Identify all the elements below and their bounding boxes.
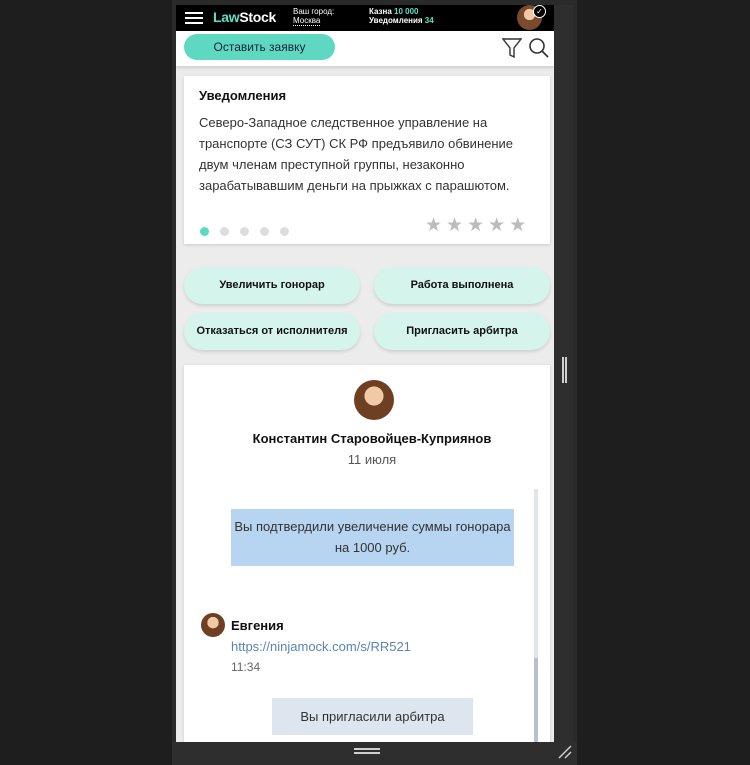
- notification-card: Уведомления Северо-Западное следственное…: [184, 76, 550, 244]
- header-stats: Казна 10 000 Уведомления 34: [369, 7, 434, 25]
- logo[interactable]: LawStock: [213, 9, 276, 25]
- logo-part-2: Stock: [239, 9, 276, 25]
- increase-fee-button[interactable]: Увеличить гонорар: [184, 267, 360, 304]
- menu-icon[interactable]: [185, 12, 203, 24]
- kazna-value: 10 000: [394, 7, 419, 16]
- carousel-dot-1[interactable]: [200, 227, 209, 236]
- contact-avatar[interactable]: [354, 380, 394, 420]
- system-message: Вы подтвердили увеличение суммы гонорара…: [231, 509, 514, 566]
- system-message: Вы пригласили арбитра: [272, 698, 473, 735]
- verified-check-icon: ✓: [533, 5, 546, 18]
- notifications-count[interactable]: 34: [425, 16, 434, 25]
- resize-corner-icon[interactable]: [557, 744, 573, 760]
- vertical-resize-grip-icon[interactable]: [562, 357, 567, 383]
- carousel-dot-5[interactable]: [280, 227, 289, 236]
- phone-screen: LawStock Ваш город: Москва Казна 10 000 …: [176, 5, 554, 742]
- logo-part-1: Law: [213, 9, 240, 25]
- sender-avatar[interactable]: [201, 613, 225, 637]
- contact-name: Константин Старовойцев-Куприянов: [252, 431, 492, 446]
- invite-arbiter-button[interactable]: Пригласить арбитра: [374, 313, 550, 350]
- star-icon[interactable]: ★: [488, 215, 509, 236]
- city-label: Ваш город:: [293, 7, 335, 16]
- star-icon[interactable]: ★: [446, 215, 467, 236]
- search-icon[interactable]: [528, 37, 550, 59]
- notifications-label[interactable]: Уведомления: [369, 16, 423, 25]
- top-nav: LawStock Ваш город: Москва Казна 10 000 …: [176, 5, 554, 31]
- carousel-dot-2[interactable]: [220, 227, 229, 236]
- filter-icon[interactable]: [502, 37, 522, 59]
- chat-scrollbar-thumb[interactable]: [534, 658, 538, 742]
- notification-title: Уведомления: [199, 88, 287, 103]
- carousel-dot-3[interactable]: [240, 227, 249, 236]
- carousel-dots[interactable]: [200, 223, 300, 241]
- chat-card: Константин Старовойцев-Куприянов 11 июля…: [184, 365, 550, 742]
- rating-stars[interactable]: ★★★★★: [425, 214, 530, 237]
- kazna-label: Казна: [369, 7, 392, 16]
- star-icon[interactable]: ★: [425, 215, 446, 236]
- chat-date: 11 июля: [347, 452, 397, 467]
- work-done-button[interactable]: Работа выполнена: [374, 267, 550, 304]
- leave-request-button[interactable]: Оставить заявку: [184, 34, 335, 60]
- message-time: 11:34: [231, 660, 261, 674]
- star-icon[interactable]: ★: [509, 215, 530, 236]
- star-icon[interactable]: ★: [467, 215, 488, 236]
- city-selector[interactable]: Ваш город: Москва: [293, 7, 335, 26]
- horizontal-resize-grip-icon[interactable]: [354, 748, 380, 754]
- sender-name: Евгения: [231, 618, 284, 633]
- message-link[interactable]: https://ninjamock.com/s/RR521: [231, 639, 411, 654]
- notification-text: Северо-Западное следственное управление …: [199, 115, 514, 193]
- refuse-executor-button[interactable]: Отказаться от исполнителя: [184, 313, 360, 350]
- carousel-dot-4[interactable]: [260, 227, 269, 236]
- action-bar: Оставить заявку: [176, 31, 554, 66]
- city-value[interactable]: Москва: [293, 16, 321, 26]
